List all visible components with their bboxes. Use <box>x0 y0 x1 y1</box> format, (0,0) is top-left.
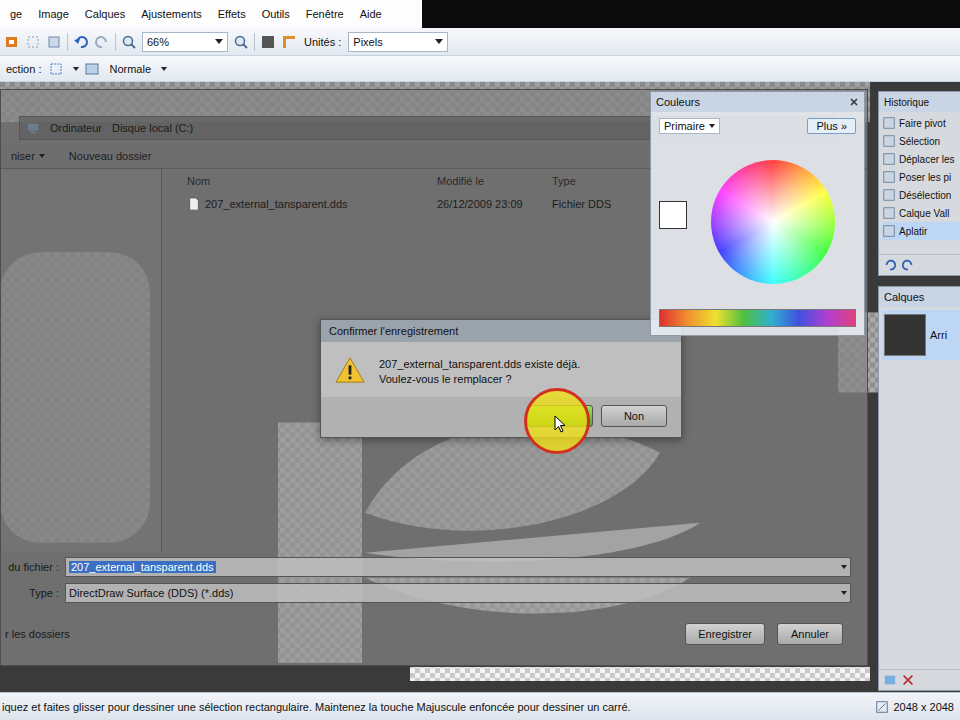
confirm-dialog: Confirmer l'enregistrement207_external_t… <box>320 319 682 438</box>
image-size-icon <box>875 700 889 714</box>
history-step-icon <box>882 224 896 238</box>
menu-item[interactable]: Outils <box>254 0 298 28</box>
history-window: Historique Faire pivotSélectionDéplacer l… <box>878 91 960 276</box>
history-step-icon <box>882 116 896 130</box>
no-button[interactable]: Non <box>601 405 667 427</box>
status-hint: iquez et faites glisser pour dessiner un… <box>2 701 631 713</box>
menu-item[interactable]: ge <box>2 0 30 28</box>
undo-icon[interactable] <box>73 34 89 50</box>
menu-item[interactable]: Fenêtre <box>298 0 352 28</box>
delete-layer-icon[interactable] <box>901 673 915 687</box>
close-icon[interactable] <box>849 97 859 107</box>
tool-options-bar: ection : Normale <box>0 56 960 82</box>
menu-item[interactable]: Effets <box>210 0 254 28</box>
undo-icon[interactable] <box>883 258 897 272</box>
file-icon <box>187 197 201 211</box>
history-step-icon <box>882 188 896 202</box>
toolbar: 66% Unités : Pixels <box>0 28 960 56</box>
history-step-icon <box>882 170 896 184</box>
primary-secondary-swatches[interactable] <box>659 201 701 243</box>
confirm-message: Voulez-vous le remplacer ? <box>379 373 580 385</box>
color-mode-select[interactable]: Primaire <box>659 118 720 134</box>
menu-item[interactable]: Aide <box>352 0 390 28</box>
blend-mode-select[interactable]: Normale <box>105 63 171 75</box>
workspace: Ordinateur Disque local (C:) niser Nouveau … <box>0 82 960 692</box>
mouse-cursor-icon <box>554 415 566 433</box>
history-item[interactable]: Faire pivot <box>882 114 960 132</box>
dialog-button[interactable]: Enregistrer <box>685 623 765 645</box>
grid-icon[interactable] <box>260 34 276 50</box>
history-title-bar: Historique <box>879 92 960 112</box>
column-header[interactable]: Nom <box>187 175 437 187</box>
new-folder-button[interactable]: Nouveau dossier <box>69 150 152 162</box>
select-all-icon[interactable] <box>46 34 62 50</box>
history-step-icon <box>882 152 896 166</box>
hide-folders-toggle[interactable]: r les dossiers <box>5 628 70 640</box>
units-select[interactable]: Pixels <box>348 32 448 52</box>
crop-icon[interactable] <box>4 34 20 50</box>
colors-window[interactable]: Couleurs Primaire Plus » <box>650 91 865 336</box>
history-item[interactable]: Calque Vall <box>882 204 960 222</box>
column-header[interactable]: Modifié le <box>437 175 552 187</box>
confirm-message: 207_external_tansparent.dds existe déjà. <box>379 358 580 370</box>
selection-label: ection : <box>4 63 43 75</box>
paint-net-app: geImageCalquesAjustementsEffetsOutilsFen… <box>0 0 960 720</box>
zoom-icon[interactable] <box>121 34 137 50</box>
colors-title-bar: Couleurs <box>651 92 864 112</box>
confirm-buttons: Non <box>321 397 681 437</box>
computer-icon <box>26 121 40 135</box>
navigation-pane[interactable] <box>1 169 162 551</box>
history-step-icon <box>882 134 896 148</box>
ruler-icon[interactable] <box>281 34 297 50</box>
organize-button[interactable]: niser <box>11 150 45 162</box>
menu-bar: geImageCalquesAjustementsEffetsOutilsFen… <box>0 0 960 28</box>
cursor-highlight <box>524 388 590 454</box>
type-label: Type : <box>1 587 59 599</box>
menu-item[interactable]: Image <box>30 0 77 28</box>
color-wheel[interactable] <box>711 160 835 284</box>
confirm-title-bar: Confirmer l'enregistrement <box>321 320 681 342</box>
redo-icon[interactable] <box>901 258 915 272</box>
zoom-field[interactable]: 66% <box>142 32 228 52</box>
history-step-icon <box>882 206 896 220</box>
history-item[interactable]: Déplacer les <box>882 150 960 168</box>
antialias-icon[interactable] <box>84 61 100 77</box>
layer-thumbnail <box>884 314 926 356</box>
history-item[interactable]: Désélection <box>882 186 960 204</box>
filename-field[interactable]: 207_external_tansparent.dds <box>65 557 851 577</box>
confirm-body: 207_external_tansparent.dds existe déjà.… <box>321 342 681 397</box>
history-item[interactable]: Poser les pi <box>882 168 960 186</box>
breadcrumb-item[interactable]: Disque local (C:) <box>112 122 193 134</box>
color-palette[interactable] <box>659 309 856 327</box>
image-size: 2048 x 2048 <box>865 700 954 714</box>
dialog-footer: r les dossiers Enregistrer Annuler <box>1 609 867 665</box>
more-button[interactable]: Plus » <box>807 118 856 134</box>
history-item[interactable]: Sélection <box>882 132 960 150</box>
breadcrumb-item[interactable]: Ordinateur <box>50 122 102 134</box>
dialog-button[interactable]: Annuler <box>777 623 843 645</box>
menu-item[interactable]: Calques <box>77 0 133 28</box>
filename-label: du fichier : <box>1 561 59 573</box>
zoom-in-icon[interactable] <box>233 34 249 50</box>
units-label: Unités : <box>302 36 343 48</box>
layer-item[interactable]: Arri <box>882 310 960 360</box>
layers-window: Calques Arri <box>878 286 960 691</box>
selection-mode-icon[interactable] <box>48 61 64 77</box>
redo-icon[interactable] <box>94 34 110 50</box>
layers-title-bar: Calques <box>879 287 960 307</box>
warning-icon <box>335 356 365 384</box>
status-bar: iquez et faites glisser pour dessiner un… <box>0 692 960 720</box>
history-item[interactable]: Aplatir <box>882 222 960 240</box>
deselect-icon[interactable] <box>25 34 41 50</box>
type-select[interactable]: DirectDraw Surface (DDS) (*.dds) <box>65 583 851 603</box>
save-form: du fichier : 207_external_tansparent.dds T… <box>1 551 867 609</box>
add-layer-icon[interactable] <box>883 673 897 687</box>
menu-item[interactable]: Ajustements <box>133 0 210 28</box>
